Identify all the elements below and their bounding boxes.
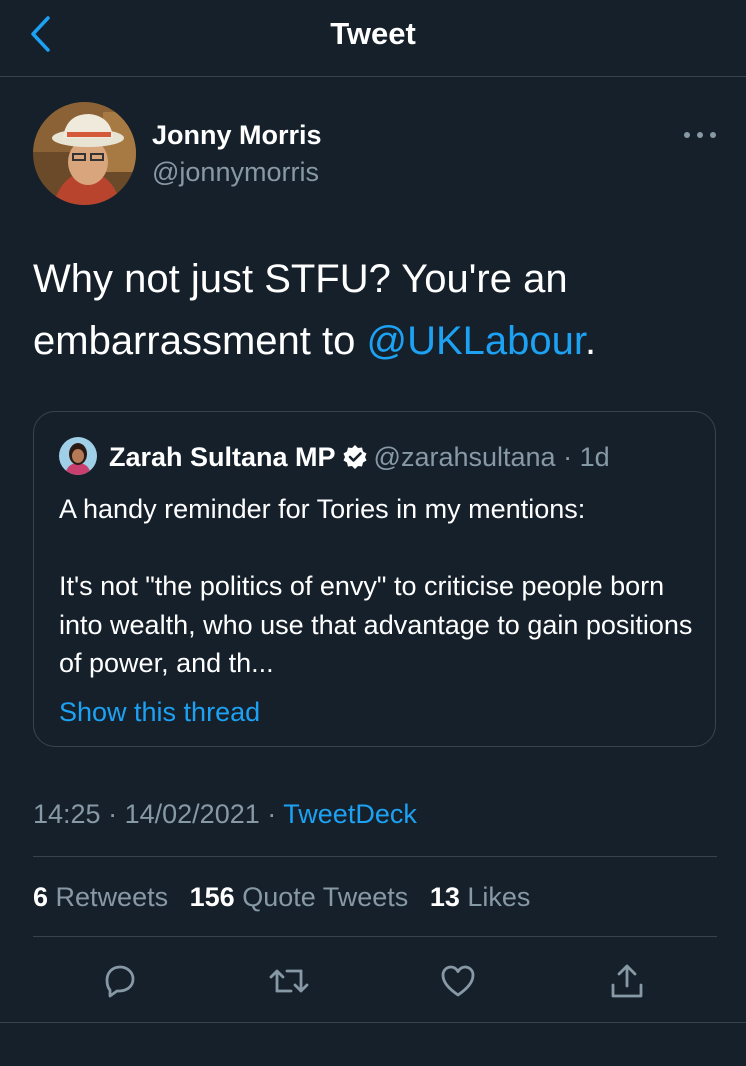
divider <box>33 856 717 857</box>
meta-dot: · <box>108 799 118 829</box>
author-handle[interactable]: @jonnymorris <box>152 155 319 189</box>
retweets-label: Retweets <box>55 882 169 912</box>
likes-label: Likes <box>467 882 531 912</box>
quoted-tweet-header: Zarah Sultana MP @zarahsultana · 1d <box>109 440 610 478</box>
quote-tweets-label: Quote Tweets <box>242 882 409 912</box>
author-name[interactable]: Jonny Morris <box>152 118 322 152</box>
retweet-button[interactable] <box>264 958 314 1004</box>
likes-stat[interactable]: 13 Likes <box>430 882 531 912</box>
tweet-text-end: . <box>584 319 597 363</box>
quoted-tweet-text: A handy reminder for Tories in my mentio… <box>59 490 699 683</box>
tweet-source-link[interactable]: TweetDeck <box>283 799 417 829</box>
top-bar: Tweet <box>0 0 746 77</box>
quoted-author-avatar <box>59 437 97 475</box>
retweets-count: 6 <box>33 882 49 912</box>
more-options-button[interactable] <box>678 120 722 150</box>
tweet-meta: 14:25 · 14/02/2021 · TweetDeck <box>33 797 417 831</box>
quoted-text-line: It's not "the politics of envy" to criti… <box>59 571 693 678</box>
reply-icon <box>105 965 135 998</box>
bottom-divider <box>0 1022 746 1023</box>
tweet-detail-screen: Tweet Jonny Morris @jonnymorris Why not … <box>0 0 746 1066</box>
share-button[interactable] <box>602 958 652 1004</box>
like-button[interactable] <box>433 958 483 1004</box>
quoted-tweet-age: 1d <box>579 442 610 472</box>
retweets-stat[interactable]: 6 Retweets <box>33 882 168 912</box>
heart-icon <box>441 965 475 997</box>
likes-count: 13 <box>429 882 460 912</box>
more-horizontal-icon <box>684 132 716 138</box>
quoted-tweet-card[interactable]: Zarah Sultana MP @zarahsultana · 1d A han… <box>33 411 716 747</box>
author-avatar[interactable] <box>33 102 136 205</box>
page-title: Tweet <box>330 16 416 51</box>
engagement-stats: 6 Retweets 156 Quote Tweets 13 Likes <box>33 880 544 914</box>
divider <box>33 936 717 937</box>
quoted-author-name: Zarah Sultana MP <box>109 442 336 472</box>
tweet-date: 14/02/2021 <box>124 799 260 829</box>
quoted-author-handle: @zarahsultana <box>373 442 556 472</box>
share-icon <box>611 964 643 998</box>
separator-dot: · <box>563 442 573 472</box>
reply-button[interactable] <box>94 958 144 1004</box>
quoted-separator: · <box>556 442 580 472</box>
meta-dot: · <box>267 799 277 829</box>
quoted-text-line: A handy reminder for Tories in my mentio… <box>59 494 586 524</box>
tweet-text: Why not just STFU? You're an embarrassme… <box>33 248 713 372</box>
tweet-time: 14:25 <box>33 799 101 829</box>
show-thread-link[interactable]: Show this thread <box>59 695 260 729</box>
verified-badge-icon <box>342 444 368 478</box>
retweet-icon <box>269 969 309 993</box>
quote-tweets-count: 156 <box>189 882 235 912</box>
mention-link[interactable]: @UKLabour <box>366 319 585 363</box>
quote-tweets-stat[interactable]: 156 Quote Tweets <box>190 882 409 912</box>
